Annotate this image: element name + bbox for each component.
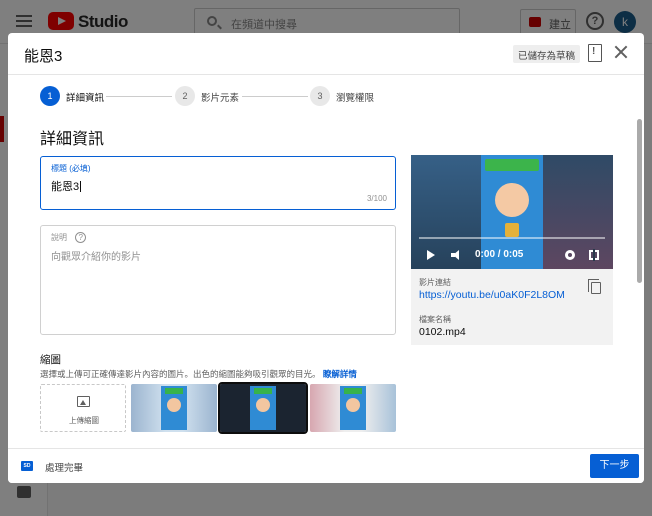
- description-label-text: 說明: [51, 233, 67, 242]
- gear-icon[interactable]: [565, 250, 575, 260]
- dialog-footer: SD 處理完畢 下一步: [8, 448, 644, 483]
- title-field[interactable]: 標題 (必填) 能恩3 3/100: [40, 156, 396, 210]
- step-divider: [106, 96, 172, 97]
- step-label: 詳細資訊: [66, 93, 105, 104]
- saved-draft-badge: 已儲存為草稿: [513, 45, 581, 63]
- video-link[interactable]: https://youtu.be/u0aK0F2L8OM: [419, 289, 565, 301]
- thumbnail-option-selected[interactable]: [218, 382, 308, 434]
- description-placeholder: 向觀眾介紹你的影片: [51, 252, 141, 263]
- report-issue-icon[interactable]: [588, 44, 602, 62]
- filename: 0102.mp4: [419, 326, 466, 338]
- thumbnail-description: 選擇或上傳可正確傳達影片內容的圖片。出色的縮圖能夠吸引觀眾的目光。 瞭解詳情: [40, 368, 357, 380]
- sd-quality-icon: SD: [21, 461, 33, 471]
- description-field[interactable]: 說明 ? 向觀眾介紹你的影片: [40, 225, 396, 335]
- play-icon[interactable]: [427, 250, 435, 260]
- step-label: 影片元素: [201, 93, 240, 104]
- title-char-count: 3/100: [366, 194, 387, 203]
- filename-label: 檔案名稱: [419, 315, 451, 324]
- video-player[interactable]: 0:00 / 0:05: [411, 155, 613, 269]
- video-controls: 0:00 / 0:05: [411, 241, 613, 269]
- learn-more-link[interactable]: 瞭解詳情: [323, 369, 357, 379]
- upload-dialog: 能恩3 已儲存為草稿 1 詳細資訊 2 影片元素 3 瀏覽權限 詳細資訊 標題 …: [8, 33, 644, 483]
- dialog-title: 能恩3: [24, 48, 63, 65]
- upload-thumbnail-label: 上傳縮圖: [69, 416, 99, 425]
- upload-stepper: 1 詳細資訊 2 影片元素 3 瀏覽權限: [8, 75, 636, 119]
- step-number: 1: [40, 86, 60, 106]
- step-number: 3: [310, 86, 330, 106]
- video-progress-bar[interactable]: [419, 237, 605, 239]
- close-icon[interactable]: [613, 44, 629, 60]
- processing-status: 處理完畢: [45, 463, 84, 474]
- section-title: 詳細資訊: [40, 131, 105, 148]
- thumbnail-option[interactable]: [310, 384, 396, 432]
- video-preview-card: 0:00 / 0:05 影片連結 https://youtu.be/u0aK0F…: [411, 155, 613, 345]
- add-image-icon: [77, 396, 90, 407]
- help-circle-icon[interactable]: ?: [75, 232, 87, 244]
- title-field-label: 標題 (必填): [51, 164, 91, 173]
- video-time: 0:00 / 0:05: [475, 249, 524, 260]
- dialog-header: 能恩3 已儲存為草稿: [8, 33, 644, 75]
- description-field-label: 說明 ?: [51, 232, 87, 244]
- upload-thumbnail-button[interactable]: 上傳縮圖: [40, 384, 126, 432]
- dialog-scrollbar[interactable]: [637, 119, 642, 283]
- next-button[interactable]: 下一步: [590, 454, 639, 478]
- thumbnail-option[interactable]: [131, 384, 217, 432]
- step-label: 瀏覽權限: [336, 93, 375, 104]
- copy-icon[interactable]: [588, 279, 601, 294]
- video-link-label: 影片連結: [419, 278, 451, 287]
- thumbnail-title: 縮圖: [40, 354, 61, 366]
- volume-icon[interactable]: [451, 250, 461, 260]
- title-field-value[interactable]: 能恩3: [51, 178, 81, 194]
- thumbnail-description-text: 選擇或上傳可正確傳達影片內容的圖片。出色的縮圖能夠吸引觀眾的目光。: [40, 369, 321, 379]
- step-number: 2: [175, 86, 195, 106]
- step-divider: [242, 96, 308, 97]
- fullscreen-icon[interactable]: [589, 249, 599, 261]
